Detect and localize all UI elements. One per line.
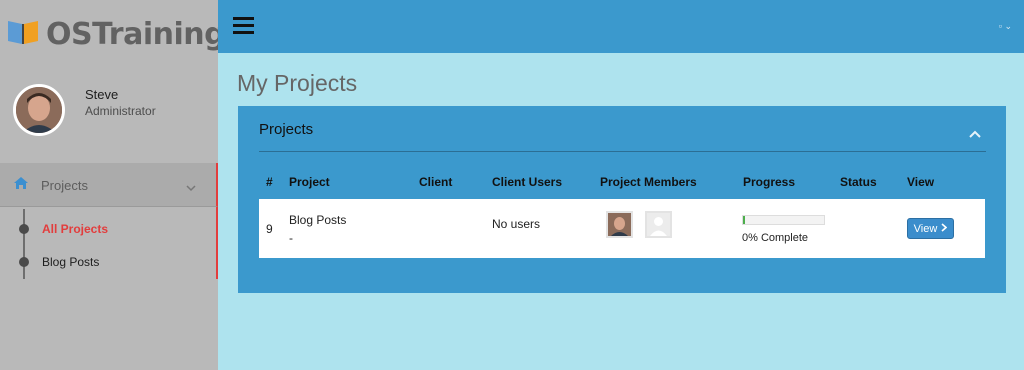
sidebar-item-blog-posts[interactable]: Blog Posts [42,255,99,269]
user-role: Administrator [85,104,156,118]
column-header-project-members: Project Members [600,175,697,189]
chevron-down-icon: ⌄ [1004,21,1012,31]
hamburger-icon[interactable] [233,17,254,38]
avatar[interactable] [13,84,65,136]
chevron-right-icon [941,222,948,235]
subnav-dot [19,224,29,234]
logo-book-icon [6,18,40,51]
row-project-name[interactable]: Blog Posts [289,213,346,227]
column-header-project: Project [289,175,330,189]
page-title: My Projects [237,70,358,96]
member-avatar[interactable] [606,211,633,238]
user-placeholder-icon[interactable] [645,211,672,238]
view-button-label: View [913,222,938,235]
projects-panel: Projects # Project Client Client Users P… [238,106,1006,293]
row-project-sub: - [289,231,293,245]
sidebar-subnav: All Projects Blog Posts [0,207,218,279]
progress-fill [743,216,745,224]
user-name: Steve [85,87,119,102]
column-header-id: # [266,175,273,189]
sidebar: OSTraining Steve Administrator Projects [0,0,226,370]
panel-title: Projects [259,121,314,138]
column-header-client-users: Client Users [492,175,563,189]
user-menu-dot-icon: ▫ [998,21,1002,31]
row-client-users: No users [492,217,541,231]
subnav-dot [19,257,29,267]
user-profile: Steve Administrator [0,70,218,156]
column-header-view: View [907,175,935,189]
row-id: 9 [266,222,273,236]
divider [259,151,986,152]
chevron-down-icon [186,179,196,197]
table-row: 9 Blog Posts - No users 0% Complete View [259,199,985,258]
column-header-client: Client [419,175,453,189]
sidebar-item-all-projects[interactable]: All Projects [42,222,108,236]
sidebar-item-label: Projects [41,178,88,193]
progress-label: 0% Complete [742,232,809,244]
user-menu[interactable]: ▫ ⌄ [999,21,1012,32]
progress-bar [742,215,825,225]
column-header-status: Status [840,175,877,189]
brand-logo[interactable]: OSTraining [6,14,226,54]
column-header-progress: Progress [743,175,796,189]
view-button[interactable]: View [907,218,954,239]
sidebar-item-projects[interactable]: Projects [0,163,218,207]
brand-name: OSTraining [46,16,226,52]
subnav-line [23,209,25,279]
chevron-up-icon[interactable] [969,125,981,143]
top-bar: ▫ ⌄ [218,0,1024,53]
home-icon [13,176,29,195]
